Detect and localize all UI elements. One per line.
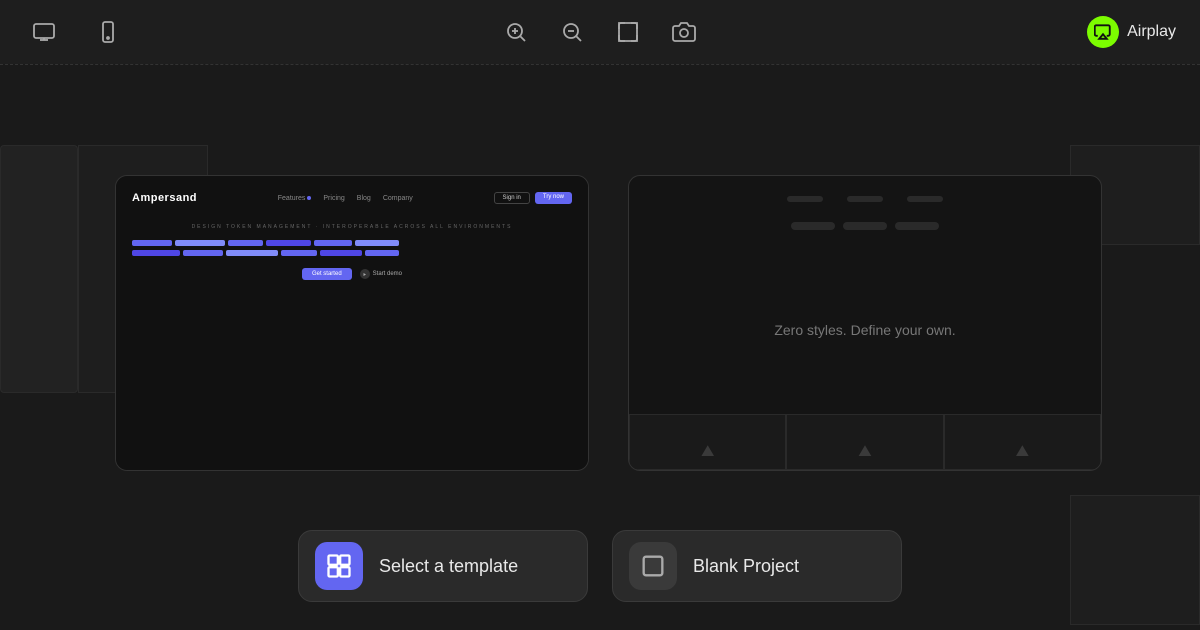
blank-icon-wrap	[629, 542, 677, 590]
amp-start-demo: Start demo	[360, 268, 402, 280]
amp-nav-btns: Sign in Try now	[494, 192, 572, 204]
blank-preview-top: Zero styles. Define your own.	[629, 176, 1101, 414]
blank-pill-2	[843, 222, 887, 230]
template-icon-wrap	[315, 542, 363, 590]
blank-content-row	[791, 222, 939, 230]
desktop-view-button[interactable]	[24, 12, 64, 52]
amp-blog: Blog	[357, 195, 371, 202]
zoom-out-button[interactable]	[552, 12, 592, 52]
blank-nav-row	[787, 196, 943, 202]
amp-hero-text: DESIGN TOKEN MANAGEMENT · INTEROPERABLE …	[132, 224, 572, 230]
select-template-label: Select a template	[379, 556, 518, 577]
amp-try-btn: Try now	[535, 192, 572, 204]
image-placeholder-icon-3: ⛰	[1016, 443, 1029, 461]
amp-get-started: Get started	[302, 268, 352, 280]
mobile-view-button[interactable]	[88, 12, 128, 52]
screenshot-button[interactable]	[664, 12, 704, 52]
blank-hero-text: Zero styles. Define your own.	[774, 246, 955, 414]
template-card-right[interactable]: Zero styles. Define your own. ⛰ ⛰ ⛰	[628, 175, 1102, 471]
select-template-button[interactable]: Select a template	[298, 530, 588, 602]
blank-nav-item-1	[787, 196, 823, 202]
toolbar-center	[496, 12, 704, 52]
canvas-area: Ampersand Features Pricing Blog Company …	[0, 65, 1200, 630]
action-bar: Select a template Blank Project	[0, 530, 1200, 602]
template-card-left[interactable]: Ampersand Features Pricing Blog Company …	[115, 175, 589, 471]
zoom-in-button[interactable]	[496, 12, 536, 52]
amp-company: Company	[383, 195, 413, 202]
image-placeholder-icon-2: ⛰	[858, 443, 871, 461]
toolbar-left	[24, 12, 128, 52]
amp-nav-links: Features Pricing Blog Company	[278, 195, 413, 202]
blank-images-row: ⛰ ⛰ ⛰	[629, 414, 1101, 470]
blank-pill-1	[791, 222, 835, 230]
blank-img-3: ⛰	[944, 414, 1101, 470]
blank-img-2: ⛰	[786, 414, 943, 470]
blank-img-1: ⛰	[629, 414, 786, 470]
blank-project-button[interactable]: Blank Project	[612, 530, 902, 602]
toolbar-right: Airplay	[1087, 16, 1176, 48]
blank-pill-3	[895, 222, 939, 230]
ampersand-preview: Ampersand Features Pricing Blog Company …	[116, 176, 588, 470]
airplay-label: Airplay	[1127, 23, 1176, 41]
airplay-button[interactable]: Airplay	[1087, 16, 1176, 48]
amp-bars	[132, 240, 572, 256]
amp-features: Features	[278, 195, 312, 202]
blank-nav-item-3	[907, 196, 943, 202]
amp-signin-btn: Sign in	[494, 192, 530, 204]
bg-panel-left	[0, 145, 78, 393]
avatar	[1087, 16, 1119, 48]
amp-logo: Ampersand	[132, 192, 197, 204]
amp-cta-row: Get started Start demo	[132, 268, 572, 280]
blank-nav-item-2	[847, 196, 883, 202]
blank-project-label: Blank Project	[693, 556, 799, 577]
image-placeholder-icon-1: ⛰	[701, 443, 714, 461]
amp-pricing: Pricing	[323, 195, 344, 202]
fit-screen-button[interactable]	[608, 12, 648, 52]
toolbar: Airplay	[0, 0, 1200, 64]
amp-nav: Ampersand Features Pricing Blog Company …	[132, 192, 572, 204]
